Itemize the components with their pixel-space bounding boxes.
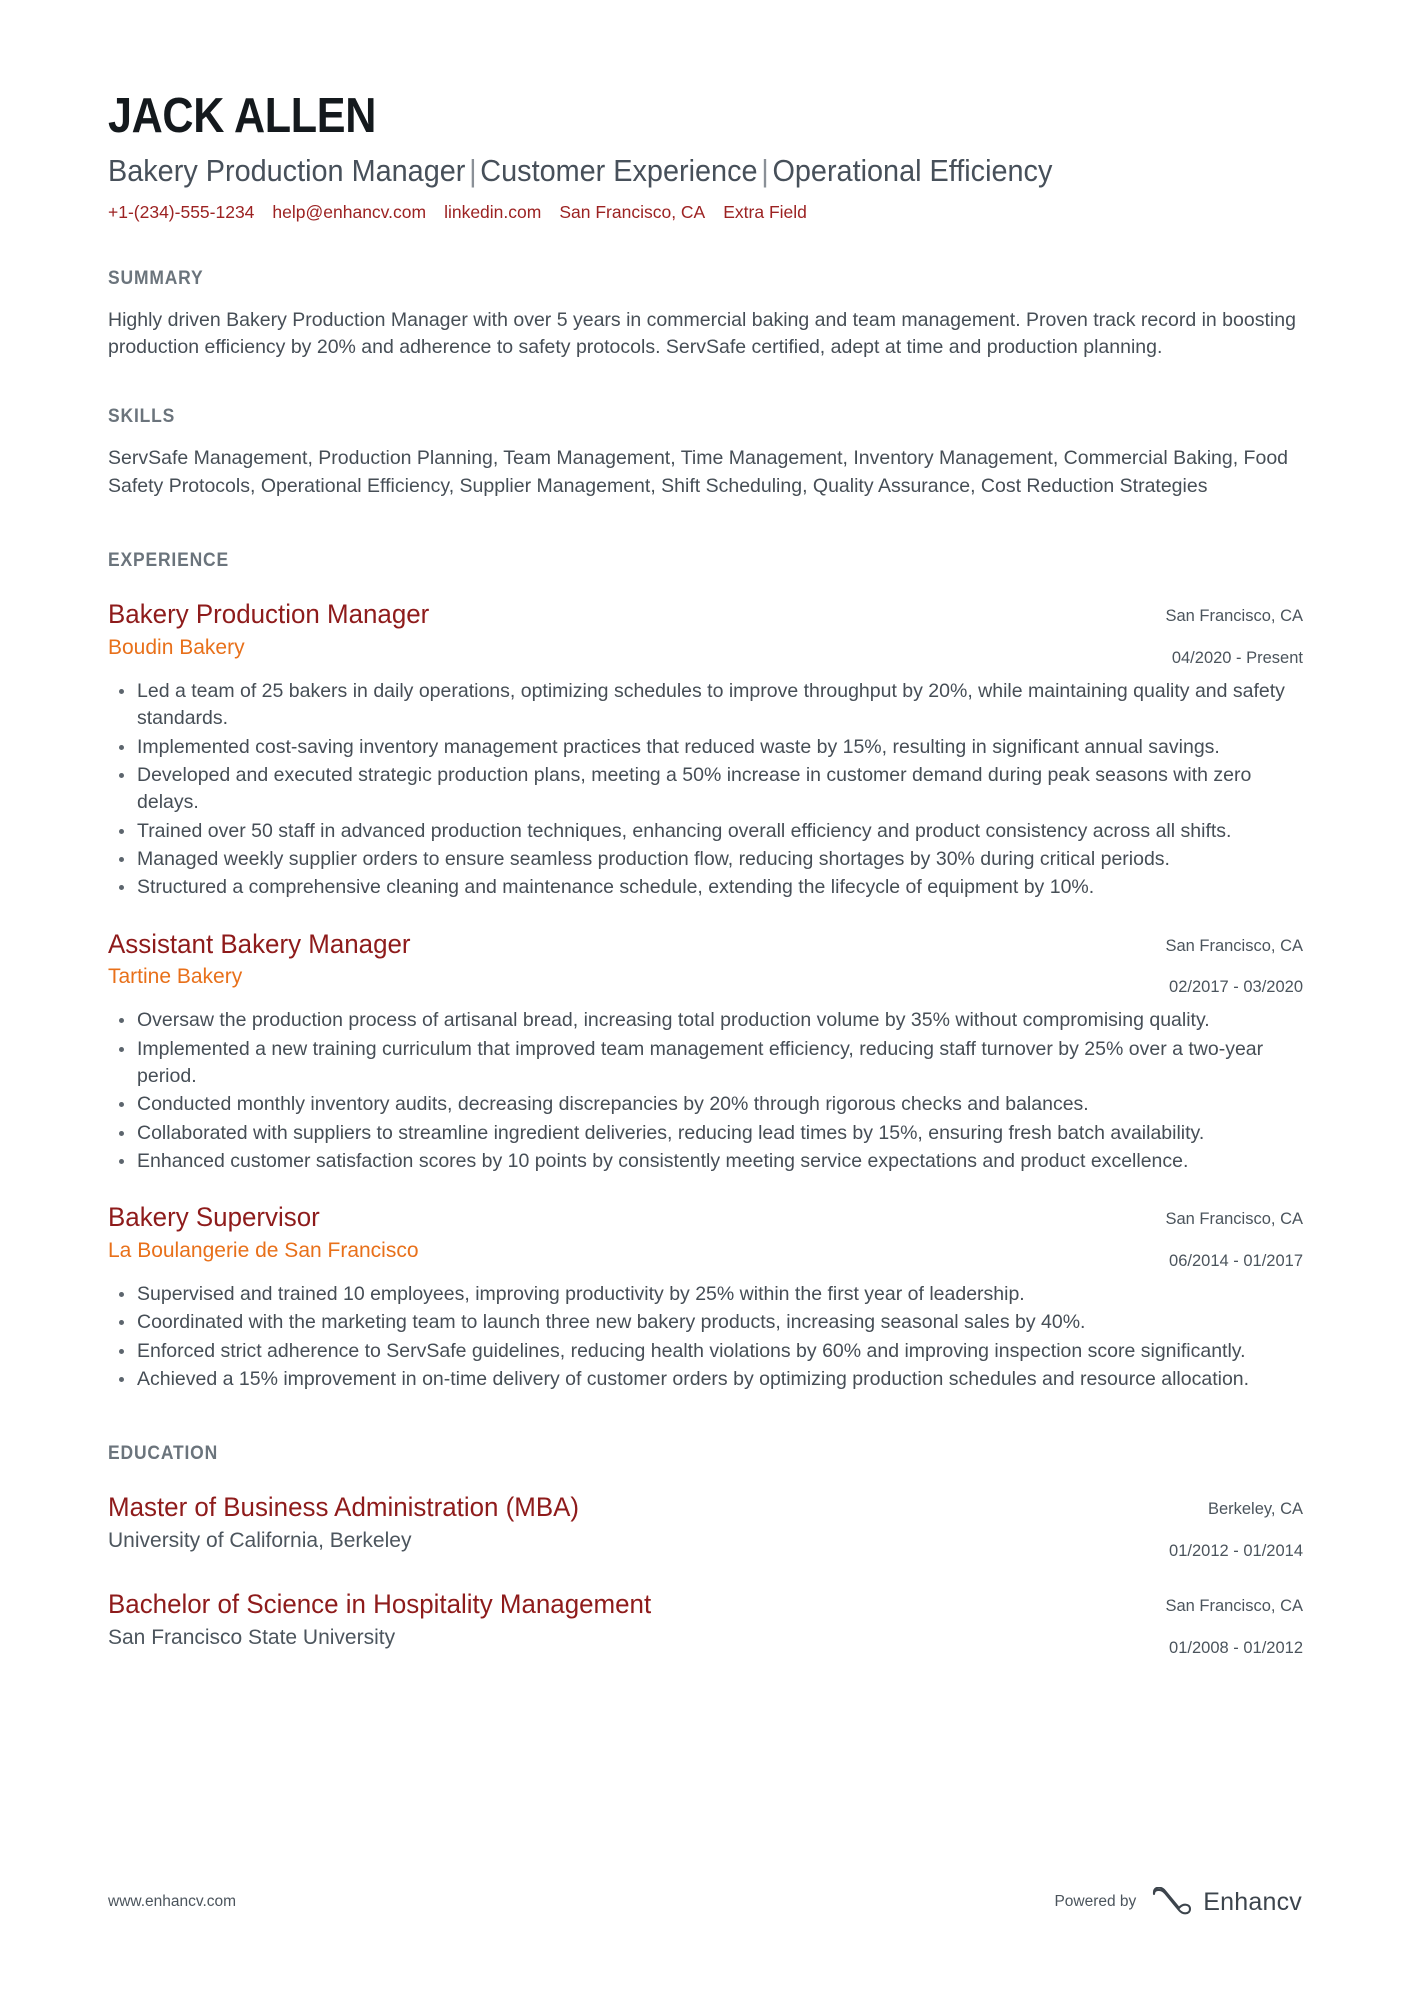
entry-primary: Bakery Production Manager Boudin Bakery (108, 599, 1145, 661)
education-entry: Master of Business Administration (MBA) U… (108, 1492, 1303, 1562)
entry-bullet: Collaborated with suppliers to streamlin… (108, 1120, 1303, 1147)
entry-bullet-list: Led a team of 25 bakers in daily operati… (108, 678, 1303, 901)
headline-part-1: Bakery Production Manager (108, 153, 466, 188)
summary-text: Highly driven Bakery Production Manager … (108, 308, 1296, 359)
section-education: EDUCATION Master of Business Administrat… (108, 1443, 1303, 1659)
entry-bullet: Managed weekly supplier orders to ensure… (108, 846, 1303, 873)
entry-bullet: Led a team of 25 bakers in daily operati… (108, 678, 1303, 733)
entry-header: Master of Business Administration (MBA) U… (108, 1492, 1303, 1562)
entry-bullet: Coordinated with the marketing team to l… (108, 1309, 1303, 1336)
headline-part-2: Customer Experience (480, 153, 758, 188)
job-title: Assistant Bakery Manager (108, 928, 411, 959)
entry-header: Assistant Bakery Manager Tartine Bakery Sa… (108, 929, 1303, 999)
entry-bullet: Trained over 50 staff in advanced produc… (108, 818, 1303, 845)
contact-linkedin[interactable]: linkedin.com (444, 202, 541, 222)
skills-text: ServSafe Management, Production Planning… (108, 446, 1289, 497)
resume-content: JACK ALLEN Bakery Production Manager | Cus… (108, 0, 1303, 1659)
skills-heading: SKILLS (108, 405, 176, 427)
entry-meta: San Francisco, CA 06/2014 - 01/2017 (1145, 1202, 1303, 1272)
entry-bullet: Implemented cost-saving inventory manage… (108, 734, 1303, 761)
resume-header: JACK ALLEN Bakery Production Manager | Cus… (108, 92, 1303, 224)
entry-bullet-list: Supervised and trained 10 employees, imp… (108, 1281, 1303, 1393)
summary-heading: SUMMARY (108, 267, 204, 289)
entry-location: San Francisco, CA (1165, 607, 1303, 626)
contact-phone[interactable]: +1-(234)-555-1234 (108, 202, 254, 222)
entry-location: San Francisco, CA (1165, 1210, 1303, 1229)
school-name: San Francisco State University (108, 1625, 396, 1649)
headline-part-3: Operational Efficiency (772, 153, 1053, 188)
experience-heading: EXPERIENCE (108, 550, 229, 572)
entry-header: Bakery Supervisor La Boulangerie de San F… (108, 1202, 1303, 1272)
candidate-name: JACK ALLEN (108, 89, 376, 143)
degree-title: Bachelor of Science in Hospitality Manag… (108, 1589, 652, 1620)
experience-entry: Bakery Supervisor La Boulangerie de San F… (108, 1202, 1303, 1393)
contact-email[interactable]: help@enhancv.com (272, 202, 426, 222)
section-skills: SKILLS ServSafe Management, Production P… (108, 406, 1303, 500)
entry-date-range: 01/2012 - 01/2014 (1169, 1541, 1303, 1560)
entry-date-range: 04/2020 - Present (1171, 648, 1303, 667)
entry-meta: San Francisco, CA 01/2008 - 01/2012 (1145, 1589, 1303, 1659)
entry-date-range: 06/2014 - 01/2017 (1169, 1251, 1303, 1270)
education-entry: Bachelor of Science in Hospitality Manag… (108, 1589, 1303, 1659)
experience-entry: Assistant Bakery Manager Tartine Bakery Sa… (108, 929, 1303, 1176)
company-name: La Boulangerie de San Francisco (108, 1239, 419, 1263)
entry-primary: Assistant Bakery Manager Tartine Bakery (108, 929, 1145, 991)
resume-footer: www.enhancv.com Powered by Enhancv (108, 1887, 1302, 1917)
experience-entry: Bakery Production Manager Boudin Bakery Sa… (108, 599, 1303, 901)
entry-meta: San Francisco, CA 02/2017 - 03/2020 (1145, 929, 1303, 999)
footer-url[interactable]: www.enhancv.com (108, 1893, 236, 1911)
education-list: Master of Business Administration (MBA) U… (108, 1492, 1303, 1659)
company-name: Tartine Bakery (108, 965, 243, 989)
entry-bullet: Implemented a new training curriculum th… (108, 1036, 1303, 1091)
contact-extra-field: Extra Field (723, 201, 807, 222)
headline-separator-1: | (469, 153, 477, 188)
entry-bullet: Oversaw the production process of artisa… (108, 1007, 1303, 1034)
entry-location: San Francisco, CA (1165, 936, 1303, 955)
school-name: University of California, Berkeley (108, 1529, 412, 1553)
company-name: Boudin Bakery (108, 636, 245, 660)
entry-header: Bakery Production Manager Boudin Bakery Sa… (108, 599, 1303, 669)
entry-bullet: Enhanced customer satisfaction scores by… (108, 1148, 1303, 1175)
footer-branding: Powered by Enhancv (1054, 1887, 1302, 1917)
entry-primary: Master of Business Administration (MBA) U… (108, 1492, 1149, 1554)
entry-location: San Francisco, CA (1165, 1597, 1303, 1616)
enhancv-wordmark: Enhancv (1203, 1887, 1302, 1916)
headline-separator-2: | (761, 153, 769, 188)
resume-page: JACK ALLEN Bakery Production Manager | Cus… (0, 0, 1410, 1995)
entry-bullet: Structured a comprehensive cleaning and … (108, 874, 1303, 901)
candidate-headline: Bakery Production Manager | Customer Exper… (108, 152, 1219, 191)
entry-bullet: Enforced strict adherence to ServSafe gu… (108, 1338, 1303, 1365)
entry-date-range: 02/2017 - 03/2020 (1169, 977, 1303, 996)
experience-list: Bakery Production Manager Boudin Bakery Sa… (108, 599, 1303, 1393)
contact-bar: +1-(234)-555-1234 help@enhancv.com linkedi… (108, 201, 1303, 224)
enhancv-mark-icon (1153, 1887, 1192, 1915)
entry-location: Berkeley, CA (1207, 1500, 1303, 1519)
degree-title: Master of Business Administration (MBA) (108, 1492, 580, 1523)
contact-location: San Francisco, CA (559, 201, 706, 222)
entry-bullet: Developed and executed strategic product… (108, 762, 1303, 817)
job-title: Bakery Production Manager (108, 599, 430, 630)
entry-bullet: Supervised and trained 10 employees, imp… (108, 1281, 1303, 1308)
section-summary: SUMMARY Highly driven Bakery Production … (108, 268, 1303, 362)
education-heading: EDUCATION (108, 1443, 219, 1465)
entry-header: Bachelor of Science in Hospitality Manag… (108, 1589, 1303, 1659)
job-title: Bakery Supervisor (108, 1202, 320, 1233)
entry-primary: Bachelor of Science in Hospitality Manag… (108, 1589, 1145, 1651)
entry-date-range: 01/2008 - 01/2012 (1169, 1638, 1303, 1657)
entry-meta: San Francisco, CA 04/2020 - Present (1145, 599, 1303, 669)
entry-bullet-list: Oversaw the production process of artisa… (108, 1007, 1303, 1175)
section-experience: EXPERIENCE Bakery Production Manager Boud… (108, 550, 1303, 1393)
entry-bullet: Conducted monthly inventory audits, decr… (108, 1091, 1303, 1118)
powered-by-label: Powered by (1054, 1893, 1137, 1910)
entry-bullet: Achieved a 15% improvement in on-time de… (108, 1366, 1303, 1393)
entry-primary: Bakery Supervisor La Boulangerie de San F… (108, 1202, 1145, 1264)
entry-meta: Berkeley, CA 01/2012 - 01/2014 (1149, 1492, 1303, 1562)
enhancv-logo: Enhancv (1150, 1887, 1302, 1917)
